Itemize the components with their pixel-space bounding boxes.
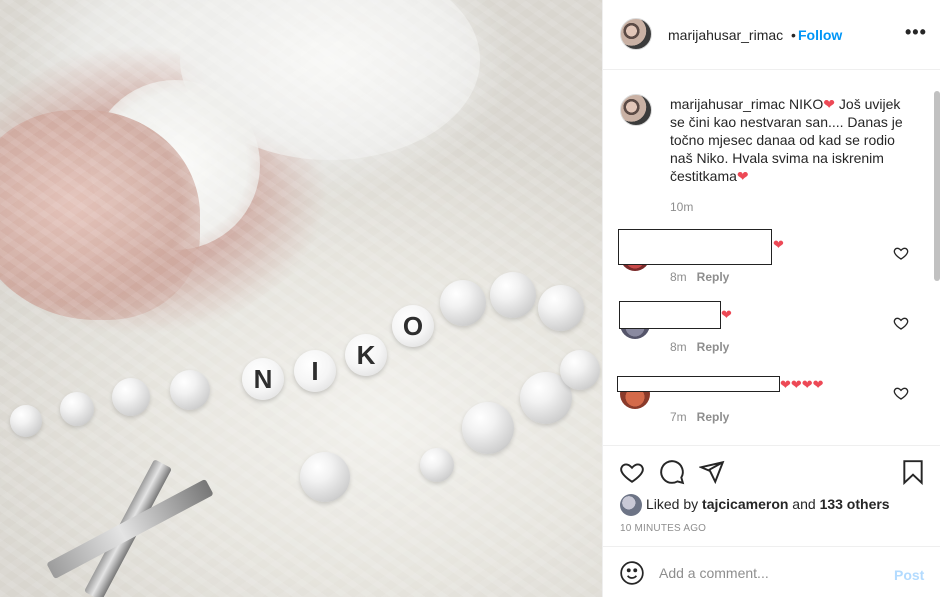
likes-middle: and bbox=[788, 496, 820, 512]
likes-others-link[interactable]: 133 others bbox=[820, 496, 890, 512]
pearl-bead bbox=[560, 350, 600, 390]
scrollbar[interactable] bbox=[934, 91, 940, 281]
letter-bead-i: I bbox=[294, 350, 336, 392]
pearl-bead bbox=[538, 285, 584, 331]
reply-button[interactable]: Reply bbox=[697, 340, 730, 354]
caption-title: NIKO bbox=[789, 96, 824, 112]
heart-outline-icon[interactable] bbox=[893, 315, 909, 331]
pearl-bead bbox=[490, 272, 536, 318]
pearl-bead bbox=[170, 370, 210, 410]
post-timestamp: 10 MINUTES AGO bbox=[620, 523, 707, 534]
letter-bead-k: K bbox=[345, 334, 387, 376]
heart-outline-icon[interactable] bbox=[893, 385, 909, 401]
reply-button[interactable]: Reply bbox=[697, 410, 730, 424]
pearl-bead bbox=[462, 402, 514, 454]
comment-hearts: ❤❤❤❤ bbox=[780, 377, 824, 392]
heart-emoji: ❤ bbox=[736, 168, 749, 184]
post-actions: Liked by tajcicameron and 133 others 10 … bbox=[603, 447, 940, 547]
caption-time: 10m bbox=[670, 200, 694, 214]
comment-meta: 7m Reply bbox=[670, 410, 729, 424]
comment-meta: 8m Reply bbox=[670, 340, 729, 354]
pearl-bead bbox=[112, 378, 150, 416]
share-send-icon[interactable] bbox=[699, 459, 725, 485]
letter-bead-o: O bbox=[392, 305, 434, 347]
likes-summary: Liked by tajcicameron and 133 others bbox=[646, 496, 890, 512]
comment-time: 8m bbox=[670, 340, 687, 354]
post-comment-button[interactable]: Post bbox=[894, 567, 924, 583]
follow-button[interactable]: Follow bbox=[798, 27, 842, 43]
comment-time: 8m bbox=[670, 270, 687, 284]
likes-prefix: Liked by bbox=[646, 496, 703, 512]
add-comment-bar: Post bbox=[603, 546, 940, 597]
add-comment-input[interactable] bbox=[659, 565, 859, 581]
redacted-comment-box bbox=[618, 229, 772, 265]
emoji-icon[interactable] bbox=[619, 560, 645, 586]
heart-emoji: ❤ bbox=[823, 96, 836, 112]
comments-section[interactable]: marijahusar_rimac NIKO❤ Još uvijek se či… bbox=[603, 71, 940, 446]
author-avatar[interactable] bbox=[620, 18, 652, 50]
post-header: marijahusar_rimac • Follow ••• bbox=[603, 0, 940, 70]
comment-meta: 8m Reply bbox=[670, 270, 729, 284]
post-photo[interactable]: N I K O bbox=[0, 0, 602, 597]
pearl-bead bbox=[10, 405, 42, 437]
liker-avatar[interactable] bbox=[620, 494, 642, 516]
pearl-bead bbox=[300, 452, 350, 502]
comment-time: 7m bbox=[670, 410, 687, 424]
more-options-icon[interactable]: ••• bbox=[905, 22, 927, 43]
redacted-comment-box bbox=[619, 301, 721, 329]
caption-username[interactable]: marijahusar_rimac bbox=[670, 96, 785, 112]
comment-hearts: ❤ bbox=[773, 237, 784, 252]
liker-username[interactable]: tajcicameron bbox=[702, 496, 788, 512]
pearl-bead bbox=[440, 280, 486, 326]
comment-hearts: ❤ bbox=[721, 307, 732, 322]
author-username[interactable]: marijahusar_rimac bbox=[668, 27, 783, 43]
caption-text: marijahusar_rimac NIKO❤ Još uvijek se či… bbox=[670, 95, 908, 185]
pearl-bead bbox=[420, 448, 454, 482]
caption-avatar[interactable] bbox=[620, 94, 652, 126]
letter-bead-n: N bbox=[242, 358, 284, 400]
post-details-panel: marijahusar_rimac • Follow ••• marijahus… bbox=[602, 0, 940, 597]
heart-outline-icon[interactable] bbox=[893, 245, 909, 261]
redacted-comment-box bbox=[617, 376, 780, 392]
separator-dot: • bbox=[791, 27, 796, 43]
reply-button[interactable]: Reply bbox=[697, 270, 730, 284]
comment-bubble-icon[interactable] bbox=[659, 459, 685, 485]
pearl-bead bbox=[60, 392, 94, 426]
save-bookmark-icon[interactable] bbox=[900, 459, 926, 485]
like-heart-icon[interactable] bbox=[619, 459, 645, 485]
